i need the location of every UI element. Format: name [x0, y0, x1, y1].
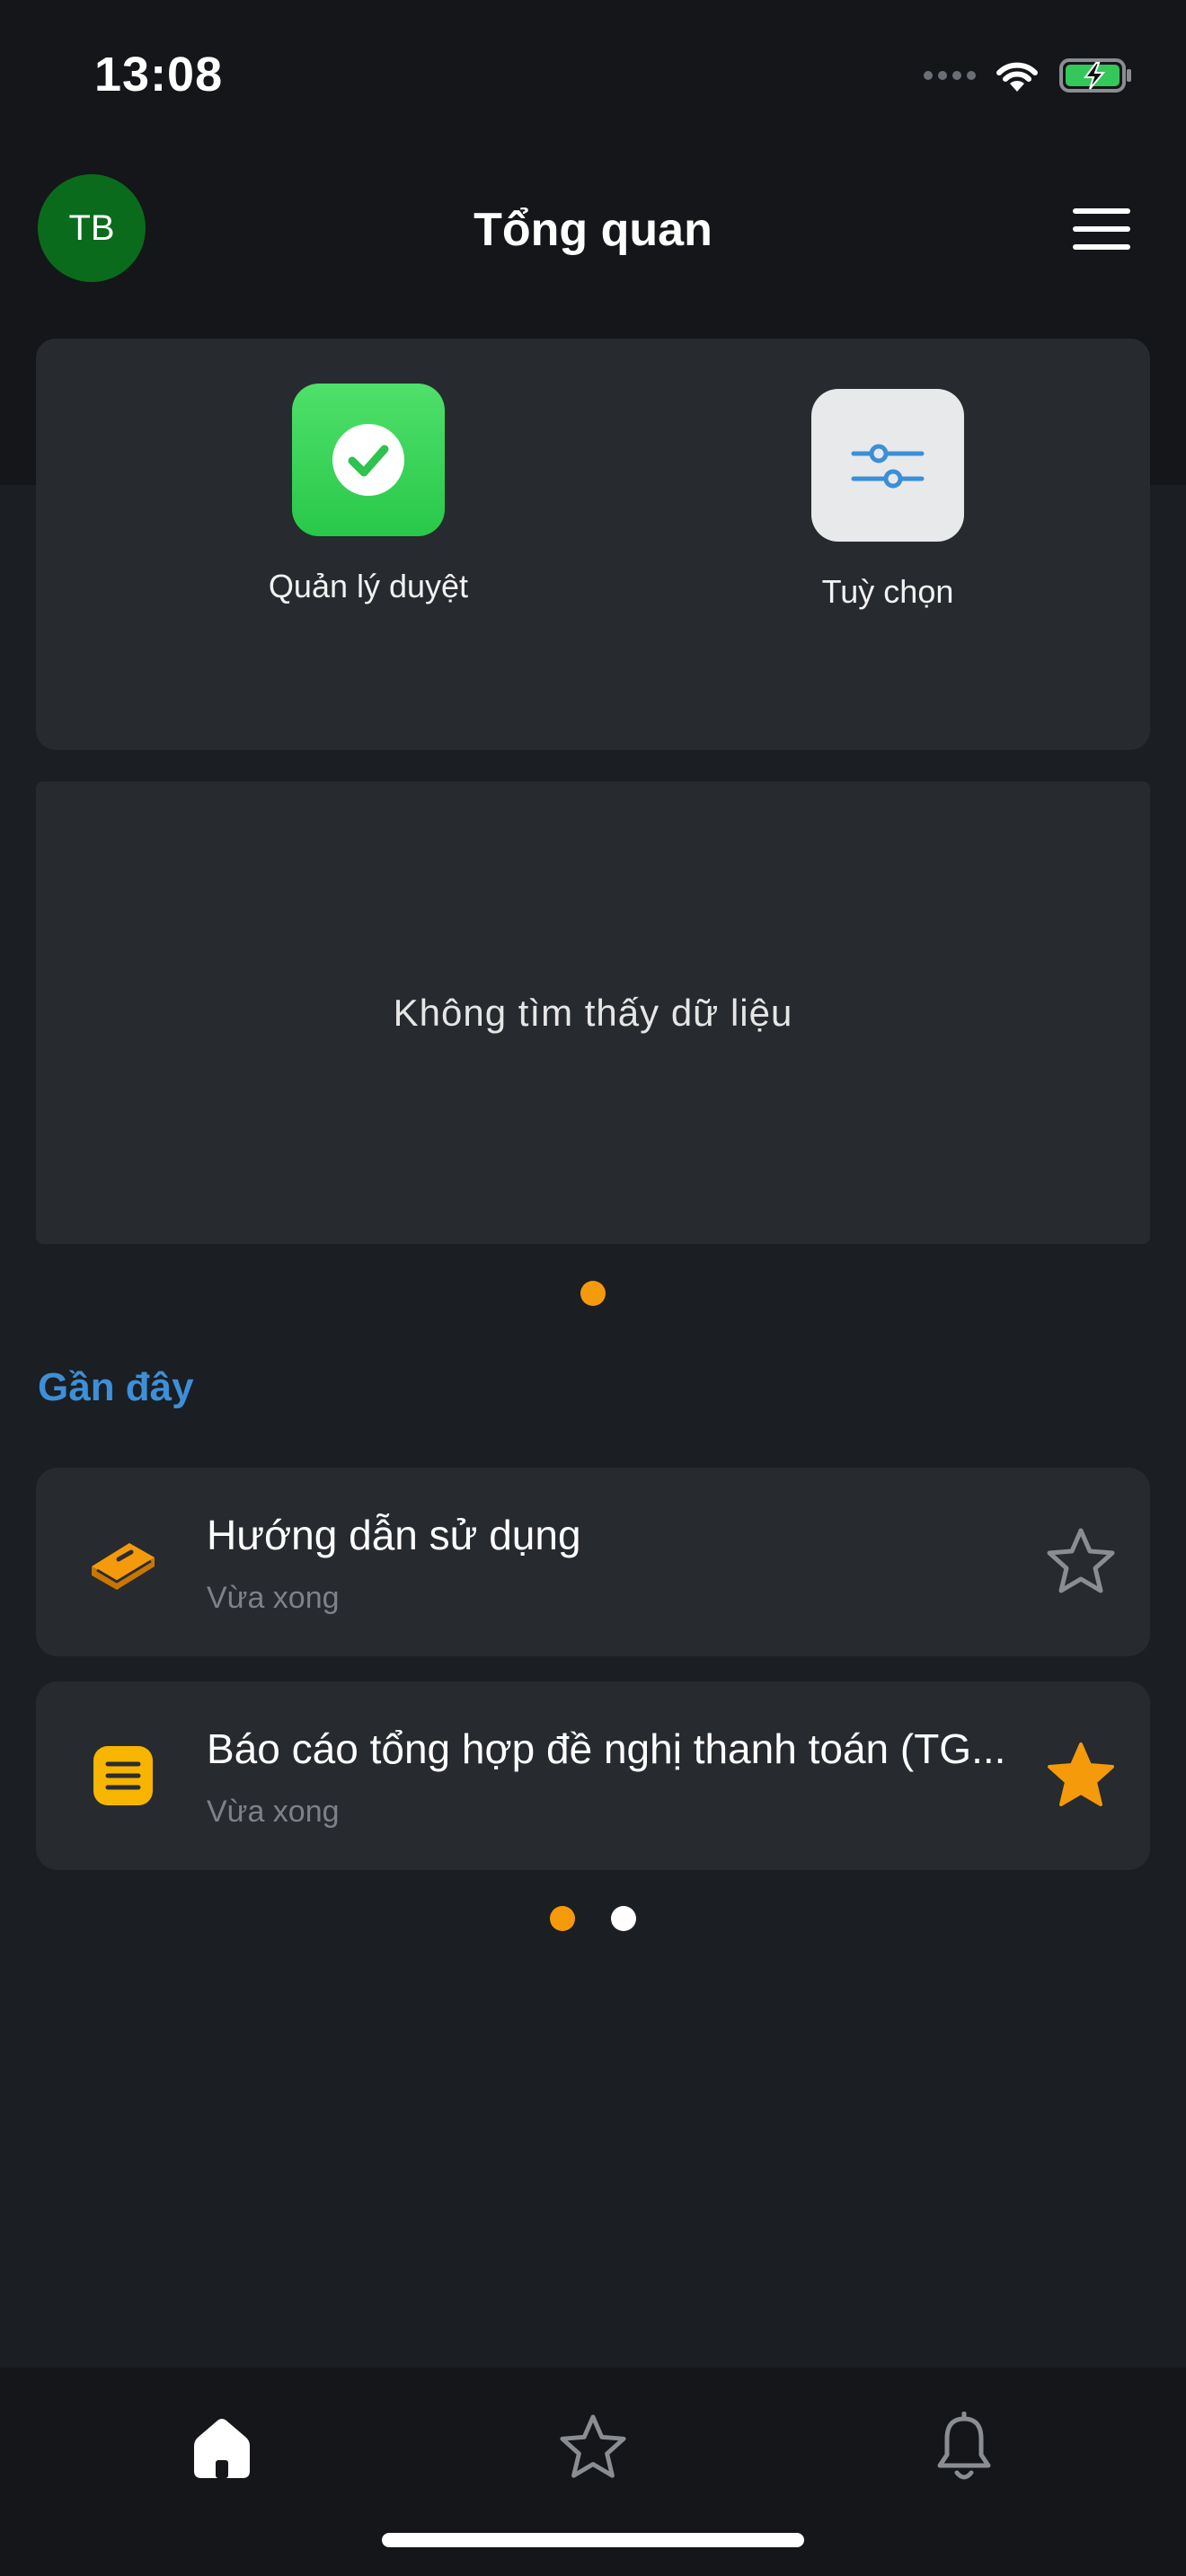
wifi-icon	[996, 62, 1038, 92]
sliders-icon	[811, 389, 964, 542]
options-label: Tuỳ chọn	[821, 573, 954, 610]
recent-item-time: Vừa xong	[207, 1795, 340, 1829]
widget-page-indicator-active[interactable]	[580, 1281, 606, 1306]
widget-card: Không tìm thấy dữ liệu	[36, 781, 1150, 1244]
check-circle-icon	[292, 384, 445, 536]
options-button[interactable]: Tuỳ chọn	[753, 384, 1022, 615]
status-icons	[924, 54, 1134, 97]
quick-actions-card: Quản lý duyệt Tuỳ chọn	[36, 339, 1150, 750]
star-outline-icon[interactable]	[1044, 1525, 1118, 1599]
bell-icon	[937, 2412, 991, 2480]
recent-page-indicator-active[interactable]	[550, 1906, 575, 1931]
recent-page-indicator[interactable]	[611, 1906, 636, 1931]
home-icon	[194, 2419, 250, 2478]
recent-item-title: Hướng dẫn sử dụng	[207, 1512, 581, 1558]
home-indicator	[382, 2533, 804, 2547]
recent-item-payment-report[interactable]: Báo cáo tổng hợp đề nghị thanh toán (TG.…	[36, 1681, 1150, 1870]
recent-item-time: Vừa xong	[207, 1581, 340, 1615]
recent-item-user-guide[interactable]: Hướng dẫn sử dụng Vừa xong	[36, 1468, 1150, 1656]
cellular-signal-icon	[924, 71, 976, 80]
star-icon	[560, 2414, 626, 2478]
document-list-icon	[84, 1737, 162, 1814]
recent-item-title: Báo cáo tổng hợp đề nghị thanh toán (TG.…	[207, 1725, 1006, 1772]
tab-notifications[interactable]	[924, 2407, 1005, 2488]
star-filled-icon[interactable]	[1044, 1739, 1118, 1813]
app-screen: 13:08 TB Tổng quan Quản lý duyệt Tuỳ chọ…	[0, 0, 1186, 2576]
tab-home[interactable]	[181, 2407, 262, 2488]
approval-management-button[interactable]: Quản lý duyệt	[234, 384, 503, 610]
empty-state-text: Không tìm thấy dữ liệu	[393, 991, 793, 1034]
page-title: Tổng quan	[474, 204, 712, 256]
recent-section-title: Gần đây	[38, 1365, 194, 1409]
status-time: 13:08	[94, 48, 224, 101]
approval-management-label: Quản lý duyệt	[268, 568, 469, 604]
battery-charging-icon	[1059, 58, 1131, 93]
menu-icon[interactable]	[1073, 208, 1130, 250]
book-icon	[84, 1523, 162, 1601]
tab-favorites[interactable]	[553, 2407, 633, 2488]
